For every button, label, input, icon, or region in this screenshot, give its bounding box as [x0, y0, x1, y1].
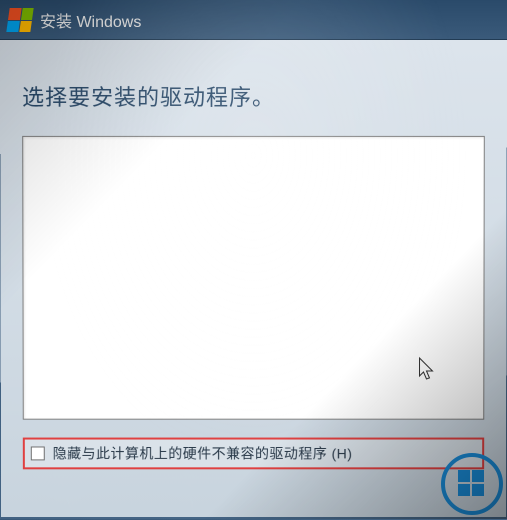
hide-incompatible-label: 隐藏与此计算机上的硬件不兼容的驱动程序 (H): [53, 444, 353, 464]
page-heading: 选择要安装的驱动程序。: [22, 80, 485, 112]
window-titlebar: 安装 Windows: [0, 0, 507, 40]
mouse-cursor-icon: [418, 356, 438, 387]
content-area: 选择要安装的驱动程序。 隐藏与此计算机上的硬件不兼容的驱动程序 (H): [0, 40, 507, 517]
hide-incompatible-checkbox-row[interactable]: 隐藏与此计算机上的硬件不兼容的驱动程序 (H): [23, 438, 484, 470]
driver-list-box[interactable]: [22, 136, 485, 420]
watermark-logo-icon: [441, 453, 503, 515]
window-title: 安装 Windows: [40, 8, 141, 32]
windows-logo-icon: [6, 8, 33, 32]
checkbox-icon[interactable]: [31, 446, 45, 460]
